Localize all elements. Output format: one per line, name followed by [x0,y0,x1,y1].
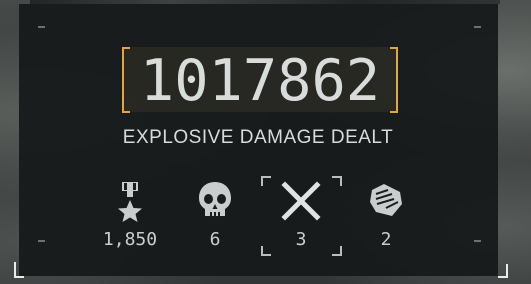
frame-corner-left [14,262,24,278]
score-bracket-right [390,47,398,113]
crossed-swords-icon [281,181,321,221]
stat-value-medals: 1,850 [102,229,158,250]
medal-star-icon [118,182,142,222]
fist-icon [370,184,402,216]
stat-kills[interactable]: 6 [175,178,255,258]
panel-corner-mark [474,26,481,28]
panel-corner-mark [38,26,45,28]
stat-value-takedowns: 2 [380,229,392,250]
score-value: 1017862 [139,48,381,114]
stat-value-melee: 3 [295,229,307,250]
frame-corner-right [498,264,508,278]
panel-corner-mark [38,240,45,242]
score-label: EXPLOSIVE DAMAGE DEALT [122,127,394,148]
stat-melee[interactable]: 3 [261,178,341,258]
stat-medals[interactable]: 1,850 [90,178,170,258]
skull-icon [199,182,231,217]
stat-takedowns[interactable]: 2 [346,178,426,258]
panel-corner-mark [474,240,481,242]
stat-value-kills: 6 [209,229,221,250]
score-bracket-left [122,47,130,113]
